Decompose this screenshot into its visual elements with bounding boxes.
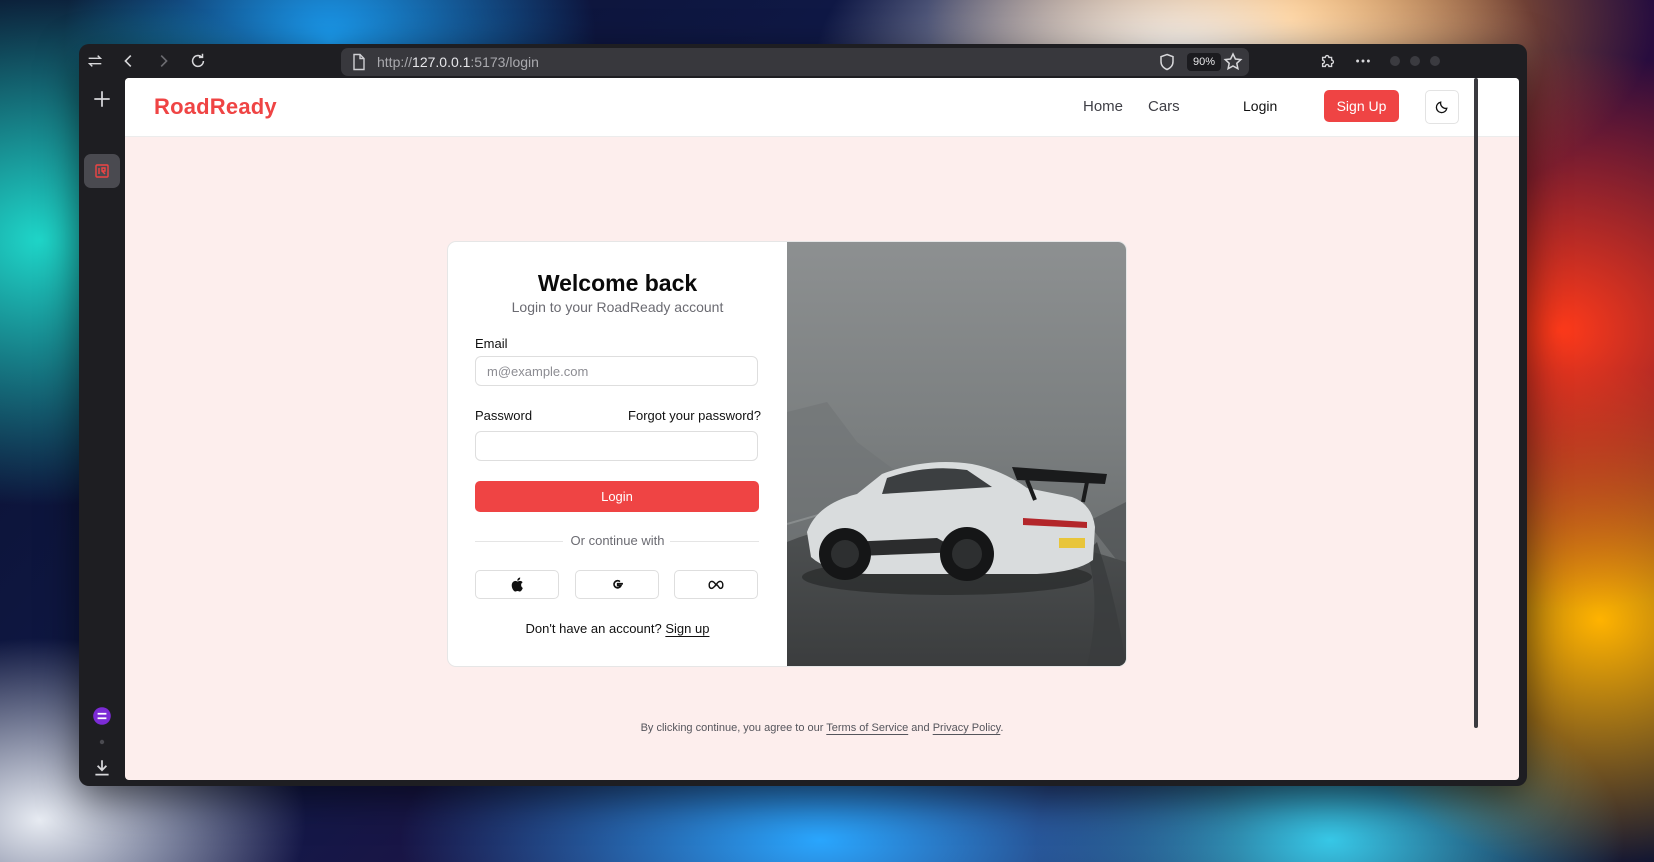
legal-notice: By clicking continue, you agree to our T… <box>125 722 1519 734</box>
login-form: Welcome back Login to your RoadReady acc… <box>448 242 787 666</box>
forgot-password-link[interactable]: Forgot your password? <box>628 408 761 423</box>
privacy-link[interactable]: Privacy Policy <box>933 722 1001 734</box>
vpn-extension-icon[interactable] <box>91 705 113 727</box>
terms-link[interactable]: Terms of Service <box>826 722 908 734</box>
apple-login-button[interactable] <box>475 570 559 599</box>
maximize-button[interactable] <box>1410 56 1420 66</box>
swap-tabs-icon[interactable] <box>85 51 105 71</box>
address-bar[interactable]: http://127.0.0.1:5173/login 90% <box>341 48 1249 76</box>
password-label: Password <box>475 408 533 423</box>
theme-toggle-button[interactable] <box>1425 90 1459 124</box>
legal-suffix: . <box>1000 722 1004 734</box>
page-title: Welcome back <box>537 270 698 296</box>
divider-right <box>670 541 759 542</box>
signup-link[interactable]: Sign up <box>665 621 709 636</box>
site-navbar: RoadReady Home Cars Login Sign Up <box>125 78 1519 137</box>
zoom-level[interactable]: 90% <box>1187 53 1222 71</box>
active-tab-favicon[interactable] <box>84 154 120 188</box>
new-tab-icon[interactable] <box>91 88 113 110</box>
bookmark-star-icon[interactable] <box>1223 52 1243 72</box>
page-subtitle: Login to your RoadReady account <box>511 299 724 315</box>
reload-icon[interactable] <box>188 51 208 71</box>
legal-and: and <box>911 722 930 734</box>
password-field[interactable] <box>475 431 758 461</box>
nav-login-link[interactable]: Login <box>1243 98 1277 114</box>
page-icon <box>351 53 367 71</box>
no-account-prompt: Don't have an account? <box>525 621 662 636</box>
email-label: Email <box>475 336 508 351</box>
email-field[interactable] <box>475 356 758 386</box>
moon-icon <box>1435 101 1448 114</box>
google-icon <box>612 579 623 589</box>
meta-icon <box>708 580 724 589</box>
url-text: http://127.0.0.1:5173/login <box>377 54 539 70</box>
menu-more-icon[interactable] <box>1353 51 1373 71</box>
apple-icon <box>511 577 523 592</box>
brand-logo[interactable]: RoadReady <box>154 94 277 120</box>
browser-toolbar: http://127.0.0.1:5173/login 90% <box>79 44 1527 78</box>
no-account-text: Don't have an account? Sign up <box>448 621 787 636</box>
google-login-button[interactable] <box>575 570 659 599</box>
page-viewport: RoadReady Home Cars Login Sign Up Welcom… <box>125 78 1519 780</box>
nav-cars-link[interactable]: Cars <box>1148 98 1180 115</box>
back-icon[interactable] <box>119 51 139 71</box>
extensions-icon[interactable] <box>1318 51 1338 71</box>
legal-prefix: By clicking continue, you agree to our <box>640 722 824 734</box>
signup-button[interactable]: Sign Up <box>1324 90 1399 122</box>
scrollbar[interactable] <box>1474 78 1478 728</box>
sidebar-dot <box>91 731 113 753</box>
forward-icon[interactable] <box>153 51 173 71</box>
login-card: Welcome back Login to your RoadReady acc… <box>447 241 1127 667</box>
minimize-button[interactable] <box>1390 56 1400 66</box>
car-photo <box>786 242 1126 666</box>
meta-login-button[interactable] <box>674 570 758 599</box>
close-button[interactable] <box>1430 56 1440 66</box>
browser-window: http://127.0.0.1:5173/login 90% RoadRead… <box>79 44 1527 786</box>
nav-home-link[interactable]: Home <box>1083 98 1123 115</box>
login-button[interactable]: Login <box>475 481 759 512</box>
browser-sidebar <box>79 78 125 786</box>
tracking-shield-icon[interactable] <box>1158 53 1176 71</box>
downloads-icon[interactable] <box>91 757 113 779</box>
